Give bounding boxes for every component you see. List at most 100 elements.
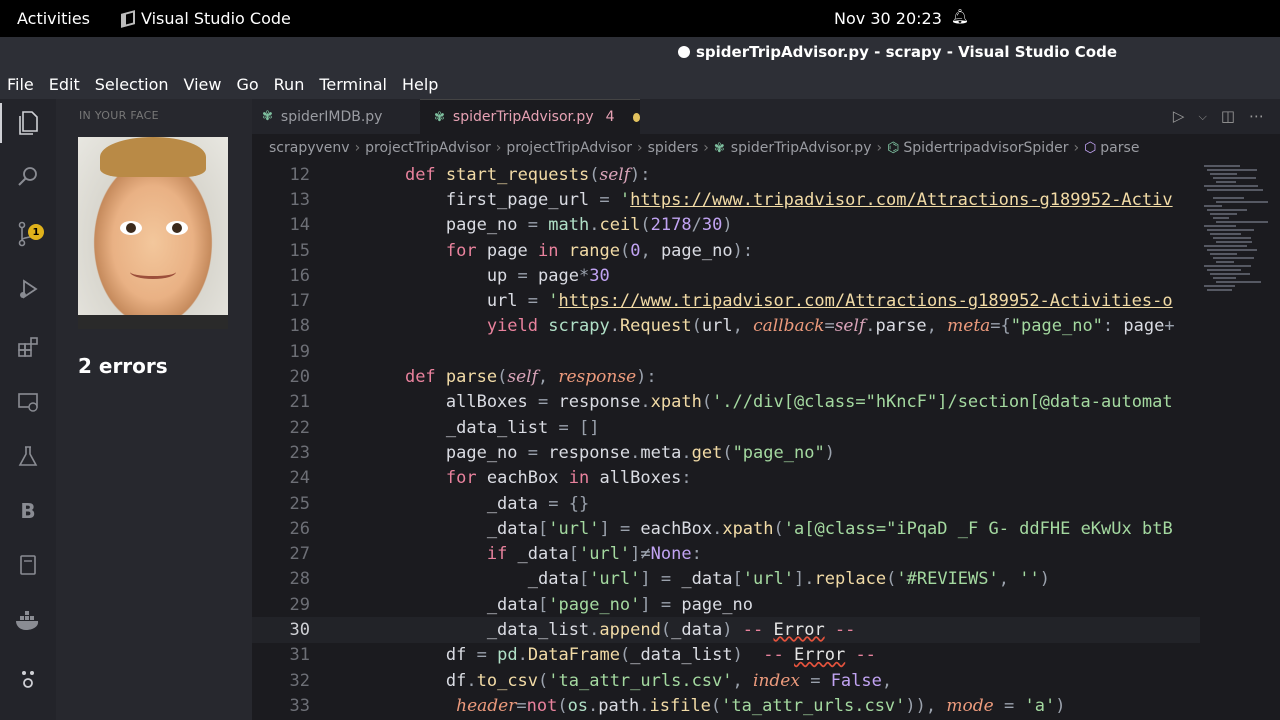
menu-terminal[interactable]: Terminal [319, 75, 387, 94]
code-line[interactable]: 18 yield scrapy.Request(url, callback=se… [252, 314, 1200, 339]
minimap-line [1213, 217, 1230, 219]
modified-dot-icon[interactable] [632, 112, 640, 122]
minimap-line [1204, 245, 1248, 247]
tab-spiderimdb[interactable]: ✾ spiderIMDB.py [262, 99, 382, 134]
minimap-line [1204, 265, 1251, 267]
panel-section-title: IN YOUR FACE [79, 109, 159, 122]
breadcrumb-item[interactable]: spiders [648, 140, 699, 156]
python-file-icon: ✾ [713, 140, 725, 156]
breadcrumb-item[interactable]: scrapyvenv [269, 140, 350, 156]
code-line[interactable]: 31 df = pd.DataFrame(_data_list) -- Erro… [252, 643, 1200, 668]
code-text: allBoxes = response.xpath('.//div[@class… [364, 392, 1173, 413]
code-text: header=not(os.path.isfile('ta_attr_urls.… [456, 695, 1066, 716]
code-line[interactable]: 16 up = page*30 [252, 263, 1200, 288]
minimap[interactable] [1200, 162, 1280, 720]
code-line[interactable]: 29 _data['page_no'] = page_no [252, 592, 1200, 617]
breadcrumb-item[interactable]: SpidertripadvisorSpider [903, 140, 1068, 156]
problems-badge: 1 [28, 224, 44, 240]
line-number: 28 [289, 569, 310, 590]
minimap-line [1204, 205, 1222, 207]
run-file-icon[interactable]: ▷ [1173, 107, 1185, 125]
code-line[interactable]: 32 df.to_csv('ta_attr_urls.csv', index =… [252, 668, 1200, 693]
line-number: 23 [289, 442, 310, 463]
notebook-icon[interactable] [0, 545, 56, 585]
activity-bar: B 1 [0, 99, 56, 720]
code-line[interactable]: 30 _data_list.append(_data) -- Error -- [252, 617, 1200, 643]
menu-file[interactable]: File [7, 75, 34, 94]
clock[interactable]: Nov 30 20:23 [834, 9, 942, 28]
code-text: _data['url'] = _data['url'].replace('#RE… [364, 569, 1050, 590]
menu-run[interactable]: Run [274, 75, 305, 94]
line-number: 26 [289, 518, 310, 539]
code-text: for eachBox in allBoxes: [445, 468, 692, 489]
code-line[interactable]: 20 def parse(self, response): [252, 364, 1200, 389]
vscode-icon [121, 9, 135, 28]
menu-view[interactable]: View [184, 75, 222, 94]
menu-selection[interactable]: Selection [95, 75, 169, 94]
code-line[interactable]: 23 page_no = response.meta.get("page_no"… [252, 440, 1200, 465]
line-number: 33 [289, 695, 310, 716]
code-text: _data = {} [364, 493, 590, 514]
run-debug-icon[interactable] [0, 269, 56, 309]
code-text: df = pd.DataFrame(_data_list) -- Error -… [364, 645, 876, 666]
minimap-line [1210, 253, 1237, 255]
breadcrumb-item[interactable]: projectTripAdvisor [506, 140, 632, 156]
face-extension-icon[interactable] [0, 659, 56, 699]
tab-label: spiderIMDB.py [280, 108, 383, 125]
code-line[interactable]: 27 if _data['url']≠None: [252, 542, 1200, 567]
unsaved-dot-icon [678, 46, 690, 58]
minimap-line [1207, 189, 1263, 191]
more-actions-icon[interactable]: ⋯ [1249, 107, 1264, 125]
activities-button[interactable]: Activities [17, 9, 90, 28]
breadcrumb-item[interactable]: spiderTripAdvisor.py [731, 140, 872, 156]
code-text: df.to_csv('ta_attr_urls.csv', index = Fa… [364, 670, 893, 691]
code-editor[interactable]: 12 def start_requests(self): 13 first_pag… [252, 162, 1200, 720]
code-line[interactable]: 19 [252, 339, 1200, 364]
code-line[interactable]: 15 for page in range(0, page_no): [252, 238, 1200, 263]
code-text: def parse(self, response): [404, 367, 657, 388]
minimap-line [1216, 281, 1261, 283]
code-text: yield scrapy.Request(url, callback=self.… [486, 316, 1175, 337]
code-line[interactable]: 33 header=not(os.path.isfile('ta_attr_ur… [252, 693, 1200, 718]
code-line[interactable]: 14 page_no = math.ceil(2178/30) [252, 213, 1200, 238]
minimap-line [1204, 225, 1237, 227]
code-text: def start_requests(self): [404, 164, 651, 185]
testing-flask-icon[interactable] [0, 436, 56, 476]
b-extension-icon[interactable]: B [0, 491, 56, 531]
class-icon: ⌬ [887, 140, 900, 156]
minimap-line [1216, 181, 1236, 183]
tab-spidertripadvisor[interactable]: ✾ spiderTripAdvisor.py 4 [420, 99, 640, 134]
chevron-down-icon[interactable]: ⌵ [1198, 107, 1206, 125]
code-line[interactable]: 12 def start_requests(self): [252, 162, 1200, 187]
menu-edit[interactable]: Edit [49, 75, 80, 94]
code-text: for page in range(0, page_no): [445, 240, 754, 261]
code-line[interactable]: 17 url = 'https://www.tripadvisor.com/At… [252, 289, 1200, 314]
app-menu[interactable]: Visual Studio Code [121, 9, 291, 28]
code-line[interactable]: 28 _data['url'] = _data['url'].replace('… [252, 567, 1200, 592]
code-line[interactable]: 22 _data_list = [] [252, 415, 1200, 440]
code-line[interactable]: 21 allBoxes = response.xpath('.//div[@cl… [252, 390, 1200, 415]
code-line[interactable]: 24 for eachBox in allBoxes: [252, 466, 1200, 491]
code-line[interactable]: 25 _data = {} [252, 491, 1200, 516]
code-line[interactable]: 13 first_page_url = 'https://www.tripadv… [252, 187, 1200, 212]
line-number: 31 [289, 645, 310, 666]
remote-explorer-icon[interactable] [0, 382, 56, 422]
menu-help[interactable]: Help [402, 75, 438, 94]
extensions-icon[interactable] [0, 327, 56, 367]
tab-problem-count: 4 [605, 109, 615, 125]
code-text: url = 'https://www.tripadvisor.com/Attra… [364, 291, 1173, 312]
minimap-line [1204, 285, 1235, 287]
code-text: _data['url'] = eachBox.xpath('a[@class="… [364, 518, 1173, 539]
code-line[interactable]: 26 _data['url'] = eachBox.xpath('a[@clas… [252, 516, 1200, 541]
docker-whale-icon[interactable] [0, 601, 56, 641]
notification-bell-icon[interactable]: 🔔︎ [951, 9, 969, 25]
split-editor-icon[interactable]: ◫ [1221, 107, 1235, 125]
minimap-line [1210, 213, 1237, 215]
line-number: 15 [289, 240, 310, 261]
explorer-icon[interactable] [0, 103, 56, 143]
breadcrumb-item[interactable]: parse [1100, 140, 1139, 156]
python-file-icon: ✾ [262, 109, 273, 124]
menu-go[interactable]: Go [236, 75, 258, 94]
search-icon[interactable] [0, 157, 56, 197]
breadcrumb-item[interactable]: projectTripAdvisor [365, 140, 491, 156]
